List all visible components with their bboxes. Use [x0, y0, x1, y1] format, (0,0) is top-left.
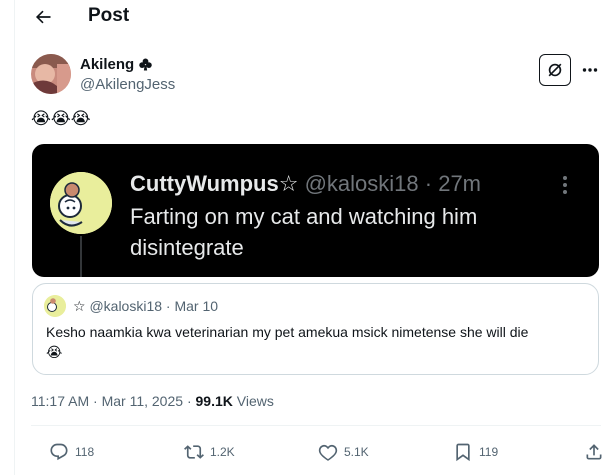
- reply-icon: [50, 443, 68, 461]
- page-title: Post: [88, 5, 130, 26]
- avatar[interactable]: [31, 54, 71, 94]
- views-label: Views: [236, 393, 274, 409]
- reply-count: 118: [75, 445, 95, 459]
- bookmark-button[interactable]: 119: [453, 440, 498, 464]
- heart-icon: [318, 444, 338, 461]
- grok-button[interactable]: [539, 54, 571, 86]
- post-timestamp: 11:17 AM · Mar 11, 2025 · 99.1K Views: [31, 393, 274, 409]
- media-more-icon: [555, 173, 575, 197]
- like-button[interactable]: 5.1K: [318, 440, 369, 464]
- media-avatar: [50, 172, 112, 234]
- quoted-tweet-text: Kesho naamkia kwa veterinarian my pet am…: [46, 324, 529, 360]
- tweet-media-image[interactable]: CuttyWumpus☆ @kaloski18 · 27m Farting on…: [32, 144, 599, 277]
- views-count[interactable]: 99.1K: [196, 393, 233, 409]
- tweet-text: 😭😭😭: [31, 109, 91, 128]
- share-icon: [586, 444, 602, 460]
- media-tweet-header: CuttyWumpus☆ @kaloski18 · 27m: [130, 171, 481, 196]
- action-bar: 118 1.2K 5.1K 119: [31, 440, 604, 464]
- retweet-count: 1.2K: [210, 445, 235, 459]
- bookmark-count: 119: [479, 445, 499, 459]
- club-suit-icon: [139, 58, 152, 71]
- quoted-tweet-header: ☆ @kaloski18 · Mar 10: [73, 298, 219, 314]
- thread-line: [80, 236, 82, 277]
- grok-icon: [548, 63, 562, 77]
- quoted-avatar: [44, 295, 66, 317]
- more-options-button[interactable]: [581, 62, 599, 78]
- arrow-left-icon: [35, 10, 51, 24]
- more-horizontal-icon: [582, 68, 598, 72]
- quoted-tweet[interactable]: ☆ @kaloski18 · Mar 10 Kesho naamkia kwa …: [32, 283, 599, 375]
- share-button[interactable]: [584, 440, 604, 464]
- page-header: Post: [15, 0, 616, 34]
- post-detail-view: Post Akileng @AkilengJess 😭😭😭 CuttyWumpu…: [14, 0, 616, 475]
- retweet-icon: [184, 445, 204, 459]
- back-button[interactable]: [31, 5, 55, 29]
- retweet-button[interactable]: 1.2K: [184, 440, 235, 464]
- media-tweet-text: Farting on my cat and watching him disin…: [130, 204, 478, 260]
- divider: [31, 425, 601, 426]
- author-name[interactable]: Akileng: [80, 56, 153, 73]
- like-count: 5.1K: [344, 445, 369, 459]
- bookmark-icon: [456, 443, 470, 462]
- reply-button[interactable]: 118: [49, 440, 94, 464]
- author-handle[interactable]: @AkilengJess: [80, 76, 175, 93]
